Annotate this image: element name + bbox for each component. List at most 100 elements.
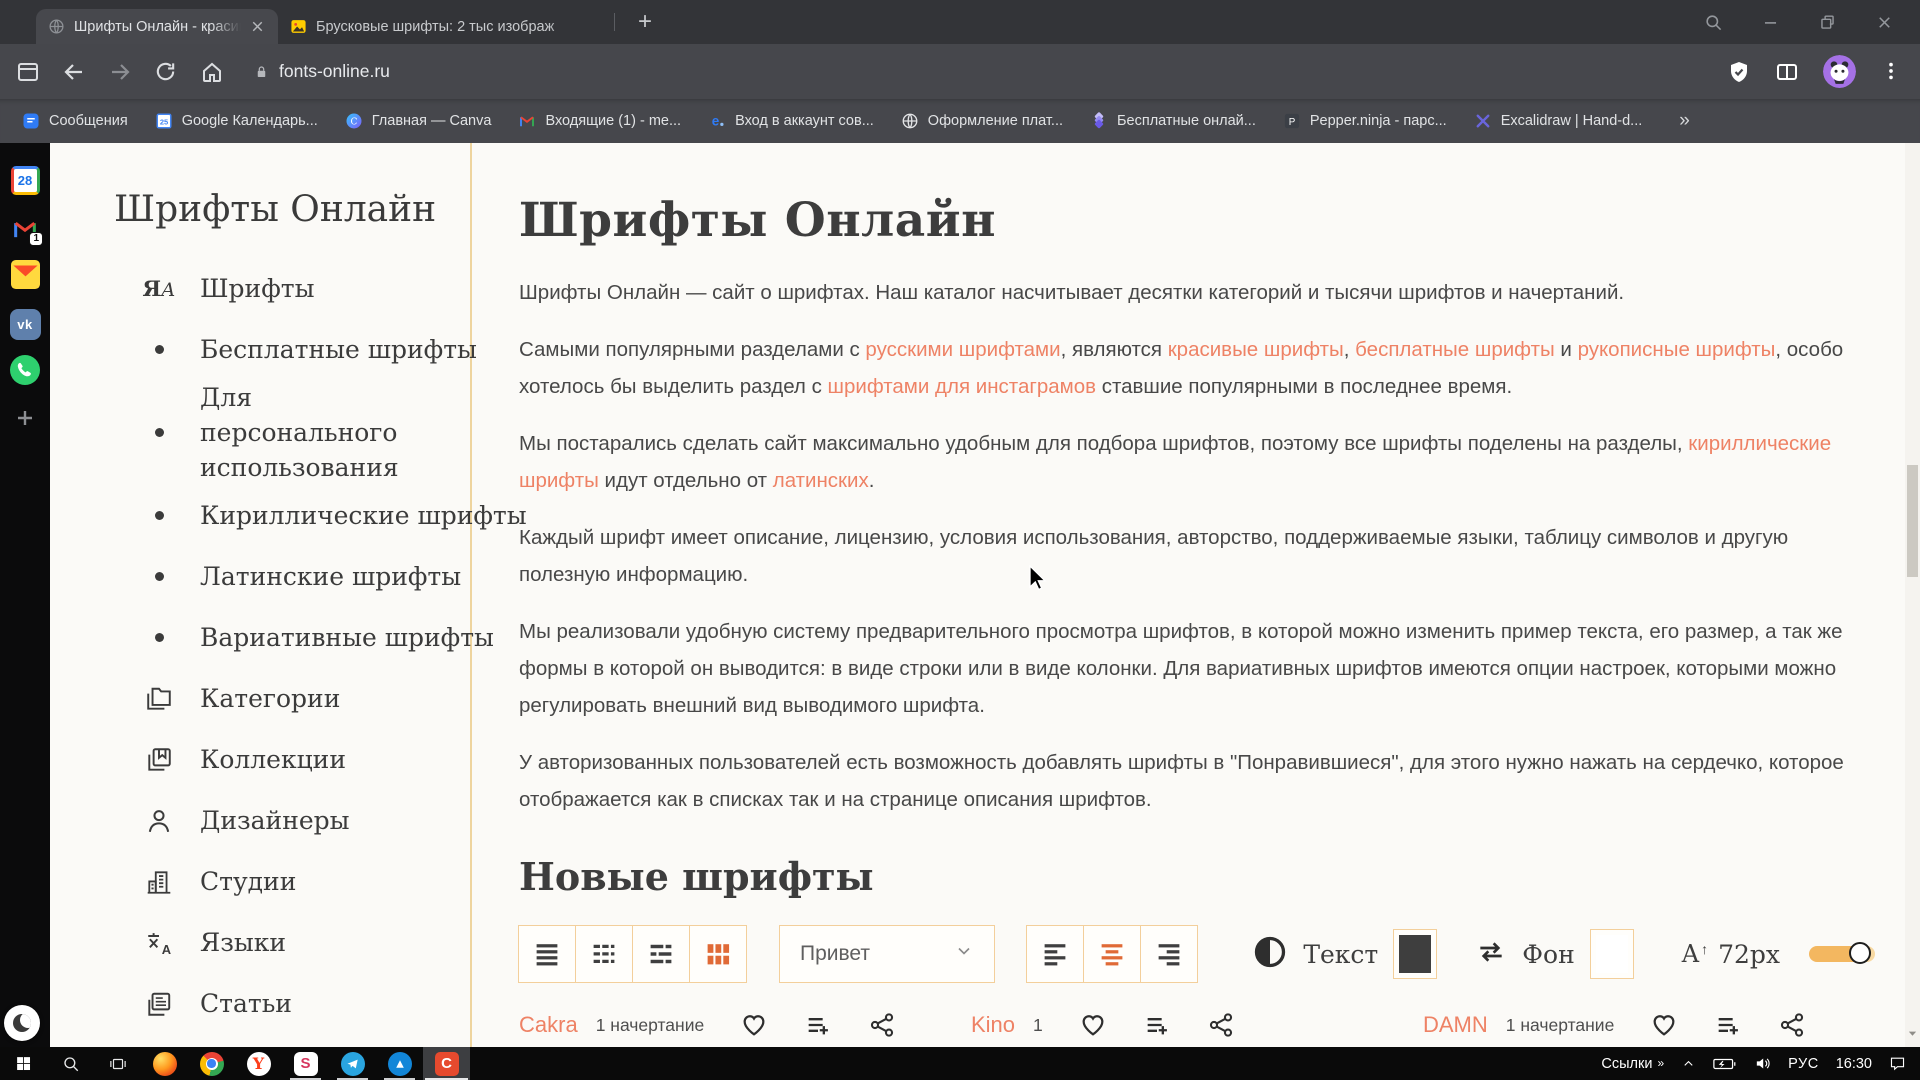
profile-avatar[interactable] bbox=[1823, 55, 1856, 88]
font-name-link[interactable]: Cakra bbox=[519, 1012, 578, 1038]
sidebar-item[interactable]: Коллекции bbox=[142, 729, 470, 790]
text-color-swatch[interactable] bbox=[1393, 929, 1437, 979]
bookmark-item[interactable]: Бесплатные онлай... bbox=[1090, 112, 1256, 130]
text-link[interactable]: русскими шрифтами bbox=[865, 338, 1060, 361]
view-grid-button[interactable] bbox=[689, 925, 747, 983]
bookmark-item[interactable]: Excalidraw | Hand-d... bbox=[1474, 112, 1643, 130]
bookmarks-overflow-button[interactable]: » bbox=[1679, 110, 1690, 132]
restore-icon[interactable] bbox=[1818, 13, 1837, 32]
sidebar-item[interactable]: Статьи bbox=[142, 973, 470, 1034]
hidden-icons-chevron-icon[interactable] bbox=[1681, 1056, 1696, 1071]
dock-item-google-calendar[interactable]: 28 bbox=[10, 165, 41, 196]
address-bar[interactable]: fonts-online.ru bbox=[254, 61, 390, 82]
dock-item-whatsapp[interactable] bbox=[10, 357, 41, 388]
sidebar-item[interactable]: Кириллические шрифты bbox=[142, 485, 470, 546]
view-columns-button[interactable] bbox=[575, 925, 633, 983]
align-center-button[interactable] bbox=[1083, 925, 1141, 983]
share-icon[interactable] bbox=[1207, 1011, 1235, 1039]
new-tab-button[interactable]: + bbox=[631, 10, 659, 34]
text-link[interactable]: рукописные шрифты bbox=[1578, 338, 1776, 361]
sidebar-item[interactable]: ЯА Шрифты bbox=[142, 258, 470, 319]
sidebar-item[interactable]: Категории bbox=[142, 668, 470, 729]
split-view-icon[interactable] bbox=[1775, 60, 1799, 84]
sidebar-item[interactable]: A Языки bbox=[142, 912, 470, 973]
text-link[interactable]: красивые шрифты bbox=[1168, 338, 1344, 361]
action-center-icon[interactable] bbox=[1889, 1055, 1906, 1072]
heart-icon[interactable] bbox=[1650, 1011, 1678, 1039]
view-list-button[interactable] bbox=[518, 925, 576, 983]
bullet-icon bbox=[155, 345, 164, 354]
text-link[interactable]: латинских bbox=[773, 469, 869, 492]
site-logo-title[interactable]: Шрифты Онлайн bbox=[114, 189, 470, 230]
dock-item-gmail[interactable]: 1 bbox=[10, 213, 41, 244]
search-icon[interactable] bbox=[1704, 13, 1723, 32]
close-icon[interactable] bbox=[1875, 13, 1894, 32]
menu-kebab-icon[interactable] bbox=[1880, 60, 1904, 84]
taskbar-chrome-button[interactable] bbox=[188, 1047, 235, 1080]
minimize-icon[interactable] bbox=[1761, 13, 1780, 32]
links-toolbar[interactable]: Ссылки » bbox=[1601, 1056, 1664, 1072]
taskbar-firefox-button[interactable] bbox=[141, 1047, 188, 1080]
tab-close-icon[interactable] bbox=[249, 18, 266, 35]
swap-colors-icon[interactable] bbox=[1475, 936, 1507, 973]
dock-item-yandex-mail[interactable] bbox=[10, 261, 41, 292]
taskbar-yandex-browser-button[interactable]: Y bbox=[235, 1047, 282, 1080]
heart-icon[interactable] bbox=[740, 1011, 768, 1039]
shield-check-icon[interactable] bbox=[1727, 60, 1751, 84]
taskbar-c-app-button[interactable]: C bbox=[423, 1047, 470, 1080]
sidebar-item[interactable]: Латинские шрифты bbox=[142, 546, 470, 607]
bookmark-item[interactable]: Оформление плат... bbox=[901, 112, 1063, 130]
playlist-add-icon[interactable] bbox=[1714, 1011, 1742, 1039]
font-name-link[interactable]: DAMN bbox=[1423, 1012, 1488, 1038]
font-name-link[interactable]: Kino bbox=[971, 1012, 1015, 1038]
bookmark-item[interactable]: Сообщения bbox=[22, 112, 128, 130]
floating-theme-button[interactable] bbox=[4, 1005, 40, 1041]
heart-icon[interactable] bbox=[1079, 1011, 1107, 1039]
taskbar-task-view-button[interactable] bbox=[94, 1047, 141, 1080]
taskbar-s-app-button[interactable]: S bbox=[282, 1047, 329, 1080]
view-mixed-button[interactable] bbox=[632, 925, 690, 983]
align-right-button[interactable] bbox=[1140, 925, 1198, 983]
bookmark-item[interactable]: e Вход в аккаунт сов... bbox=[708, 112, 874, 130]
forward-icon[interactable] bbox=[108, 60, 132, 84]
home-icon[interactable] bbox=[200, 60, 224, 84]
text-link[interactable]: бесплатные шрифты bbox=[1355, 338, 1555, 361]
bookmark-item[interactable]: P Pepper.ninja - парс... bbox=[1283, 112, 1447, 130]
sidebar-item[interactable]: Вариативные шрифты bbox=[142, 607, 470, 668]
back-icon[interactable] bbox=[62, 60, 86, 84]
bg-color-swatch[interactable] bbox=[1590, 929, 1634, 979]
page-scrollbar[interactable] bbox=[1905, 143, 1920, 1047]
font-size-slider[interactable] bbox=[1809, 946, 1875, 962]
taskbar-atom-button[interactable] bbox=[376, 1047, 423, 1080]
language-indicator[interactable]: РУС bbox=[1788, 1056, 1819, 1072]
battery-icon[interactable] bbox=[1713, 1057, 1737, 1071]
align-left-button[interactable] bbox=[1026, 925, 1084, 983]
sidebar-item[interactable]: Для персонального использования bbox=[142, 380, 470, 485]
bookmark-item[interactable]: Входящие (1) - me... bbox=[518, 112, 681, 130]
sidebar-item[interactable]: Бесплатные шрифты bbox=[142, 319, 470, 380]
text-link[interactable]: шрифтами для инстаграмов bbox=[828, 375, 1096, 398]
playlist-add-icon[interactable] bbox=[804, 1011, 832, 1039]
clock[interactable]: 16:30 bbox=[1836, 1056, 1872, 1072]
tab-yandex-images[interactable]: Брусковые шрифты: 2 тыс изображ bbox=[278, 9, 608, 44]
scrollbar-down-icon[interactable] bbox=[1907, 1026, 1918, 1044]
taskbar-start-button[interactable] bbox=[0, 1047, 47, 1080]
sample-text-select[interactable]: Привет bbox=[779, 925, 995, 983]
share-icon[interactable] bbox=[868, 1011, 896, 1039]
bookmark-item[interactable]: C Главная — Canva bbox=[345, 112, 492, 130]
speaker-icon[interactable] bbox=[1754, 1055, 1771, 1072]
reload-icon[interactable] bbox=[154, 60, 178, 84]
dock-item-vk[interactable]: vk bbox=[10, 309, 41, 340]
bookmark-item[interactable]: 25 Google Календарь... bbox=[155, 112, 318, 130]
playlist-add-icon[interactable] bbox=[1143, 1011, 1171, 1039]
panel-icon[interactable] bbox=[16, 60, 40, 84]
sidebar-item[interactable]: Студии bbox=[142, 851, 470, 912]
slider-knob[interactable] bbox=[1849, 942, 1871, 964]
tab-fonts-online[interactable]: Шрифты Онлайн - красивые ш bbox=[36, 9, 278, 44]
dock-item-add[interactable] bbox=[10, 405, 41, 436]
taskbar-search-button[interactable] bbox=[47, 1047, 94, 1080]
taskbar-telegram-button[interactable] bbox=[329, 1047, 376, 1080]
share-icon[interactable] bbox=[1778, 1011, 1806, 1039]
sidebar-item[interactable]: Дизайнеры bbox=[142, 790, 470, 851]
scrollbar-thumb[interactable] bbox=[1907, 465, 1918, 577]
